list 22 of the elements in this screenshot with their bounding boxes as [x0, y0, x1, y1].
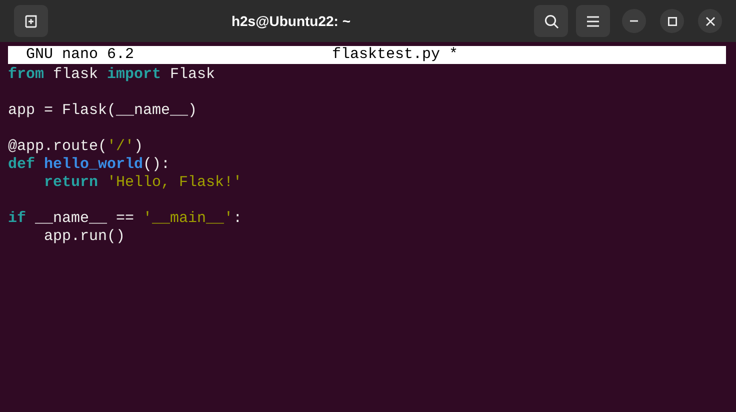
minimize-icon [630, 20, 638, 22]
file-name: flasktest.py * [332, 46, 458, 64]
code-line: def hello_world(): [8, 156, 170, 174]
code-line: if __name__ == '__main__': [8, 210, 242, 228]
code-line: app.run() [43, 228, 126, 246]
code-line: return 'Hello, Flask!' [43, 174, 242, 192]
code-line: from flask import Flask [8, 66, 216, 84]
menu-button[interactable] [576, 5, 610, 37]
code-line: @app.route('/') [8, 138, 144, 156]
maximize-icon [668, 16, 676, 26]
new-tab-icon [24, 14, 38, 28]
minimize-button[interactable] [622, 9, 646, 33]
close-button[interactable] [698, 9, 722, 33]
close-icon [706, 16, 714, 26]
search-icon [544, 14, 558, 28]
search-button[interactable] [534, 5, 568, 37]
window-title: h2s@Ubuntu22: ~ [231, 12, 351, 30]
menu-icon [587, 16, 599, 26]
code-line: app = Flask(__name__) [8, 102, 198, 120]
nano-version: GNU nano 6.2 [26, 46, 134, 64]
new-tab-button[interactable] [14, 5, 48, 37]
maximize-button[interactable] [660, 9, 684, 33]
